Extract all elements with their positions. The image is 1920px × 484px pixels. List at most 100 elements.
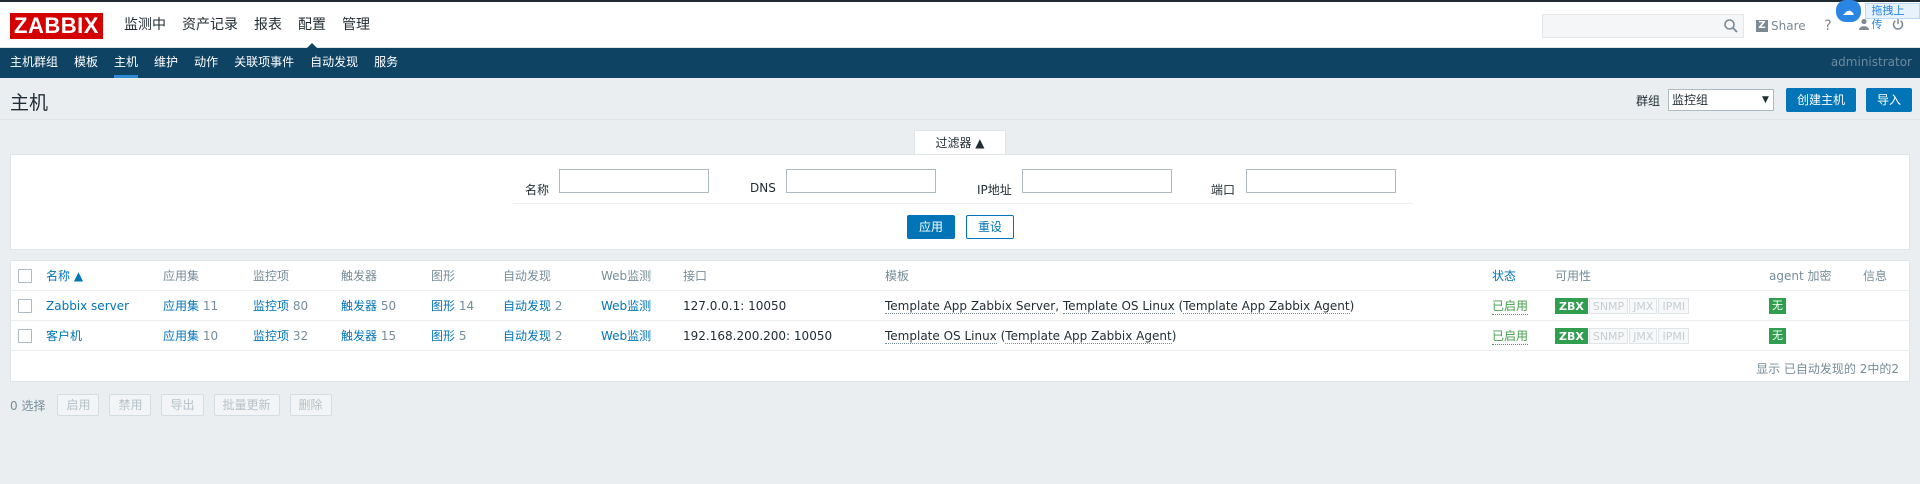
export-button[interactable]: 导出 bbox=[161, 394, 204, 416]
filter-port-input[interactable] bbox=[1246, 169, 1396, 193]
menu-monitoring[interactable]: 监测中 bbox=[116, 2, 174, 48]
filter-reset-button[interactable]: 重设 bbox=[966, 215, 1015, 239]
items-link[interactable]: 监控项 bbox=[253, 329, 289, 343]
sub-menu-bar: 主机群组 模板 主机 维护 动作 关联项事件 自动发现 服务 administr… bbox=[0, 48, 1920, 78]
discovery-link[interactable]: 自动发现 bbox=[503, 329, 551, 343]
cloud-upload-icon: ☁ bbox=[1836, 0, 1861, 22]
status-toggle[interactable]: 已启用 bbox=[1492, 298, 1529, 315]
encryption-badge: 无 bbox=[1769, 328, 1786, 344]
upload-badge[interactable]: ☁ 拖拽上传 bbox=[1836, 0, 1920, 31]
ipmi-tag: IPMI bbox=[1658, 328, 1690, 344]
filter-apply-button[interactable]: 应用 bbox=[907, 215, 956, 239]
jmx-tag: JMX bbox=[1629, 328, 1658, 344]
discovery-link[interactable]: 自动发现 bbox=[503, 299, 551, 313]
filter-ip-input[interactable] bbox=[1022, 169, 1172, 193]
table-row: Zabbix server 应用集 11 监控项 80 触发器 50 图形 14… bbox=[11, 291, 1909, 321]
filter-ip-label: IP地址 bbox=[977, 183, 1012, 197]
current-user: administrator bbox=[1830, 55, 1912, 69]
col-triggers: 触发器 bbox=[341, 269, 378, 283]
submenu-actions[interactable]: 动作 bbox=[186, 48, 226, 78]
col-status-sort[interactable]: 状态 bbox=[1492, 261, 1516, 291]
mass-update-button[interactable]: 批量更新 bbox=[213, 394, 280, 416]
graphs-link[interactable]: 图形 bbox=[431, 329, 455, 343]
items-count: 32 bbox=[292, 329, 309, 343]
menu-reports[interactable]: 报表 bbox=[246, 2, 290, 48]
submenu-maintenance[interactable]: 维护 bbox=[146, 48, 186, 78]
group-select[interactable]: 监控组 ▼ bbox=[1667, 89, 1774, 111]
apps-count: 10 bbox=[202, 329, 219, 343]
jmx-tag: JMX bbox=[1629, 298, 1658, 314]
host-name-link[interactable]: 客户机 bbox=[46, 321, 82, 351]
submenu-templates[interactable]: 模板 bbox=[66, 48, 106, 78]
interface-value: 192.168.200.200: 10050 bbox=[683, 329, 833, 343]
page-controls: 群组 监控组 ▼ 创建主机 导入 bbox=[1636, 88, 1912, 112]
apps-link[interactable]: 应用集 bbox=[163, 329, 199, 343]
filter-panel: 名称 DNS IP地址 端口 应用 重设 bbox=[10, 154, 1910, 250]
header-divider bbox=[0, 119, 1920, 120]
filter-tab[interactable]: 过滤器 ▲ bbox=[914, 130, 1006, 154]
triggers-link[interactable]: 触发器 bbox=[341, 299, 377, 313]
graphs-link[interactable]: 图形 bbox=[431, 299, 455, 313]
search-icon[interactable] bbox=[1723, 18, 1739, 34]
template-paren-open: ( bbox=[1174, 299, 1184, 313]
search-input[interactable] bbox=[1542, 14, 1744, 38]
apps-count: 11 bbox=[202, 299, 219, 313]
submenu-services[interactable]: 服务 bbox=[366, 48, 406, 78]
table-row: 客户机 应用集 10 监控项 32 触发器 15 图形 5 自动发现 2 Web… bbox=[11, 321, 1909, 351]
web-link[interactable]: Web监测 bbox=[601, 291, 651, 321]
menu-configuration[interactable]: 配置 bbox=[290, 2, 334, 49]
triggers-count: 15 bbox=[380, 329, 397, 343]
upload-badge-label: 拖拽上传 bbox=[1864, 3, 1920, 31]
zabbix-logo[interactable]: ZABBIX bbox=[10, 13, 103, 39]
delete-button[interactable]: 删除 bbox=[289, 394, 332, 416]
items-count: 80 bbox=[292, 299, 309, 313]
select-all-checkbox[interactable] bbox=[18, 269, 32, 283]
row-checkbox[interactable] bbox=[18, 299, 32, 313]
triggers-count: 50 bbox=[380, 299, 397, 313]
encryption-badge: 无 bbox=[1769, 298, 1786, 314]
disable-button[interactable]: 禁用 bbox=[109, 394, 152, 416]
template-link[interactable]: Template App Zabbix Server bbox=[885, 299, 1056, 314]
col-templates: 模板 bbox=[885, 269, 910, 283]
help-icon[interactable]: ? bbox=[1818, 16, 1838, 36]
col-info: 信息 bbox=[1863, 269, 1888, 283]
menu-administration[interactable]: 管理 bbox=[334, 2, 378, 48]
status-toggle[interactable]: 已启用 bbox=[1492, 328, 1529, 345]
col-name-sort[interactable]: 名称 ▲ bbox=[46, 261, 83, 291]
dropdown-arrow-icon: ▼ bbox=[1762, 95, 1769, 105]
menu-inventory[interactable]: 资产记录 bbox=[174, 2, 246, 48]
template-link[interactable]: Template OS Linux bbox=[885, 329, 997, 344]
web-link[interactable]: Web监测 bbox=[601, 321, 651, 351]
submenu-hosts[interactable]: 主机 bbox=[106, 48, 146, 78]
apps-link[interactable]: 应用集 bbox=[163, 299, 199, 313]
import-button[interactable]: 导入 bbox=[1865, 88, 1912, 112]
enable-button[interactable]: 启用 bbox=[57, 394, 100, 416]
templates-cell: Template App Zabbix Server, Template OS … bbox=[885, 291, 1354, 321]
submenu-host-groups[interactable]: 主机群组 bbox=[2, 48, 66, 78]
submenu-correlation[interactable]: 关联项事件 bbox=[226, 48, 302, 78]
group-label: 群组 bbox=[1635, 93, 1660, 108]
template-link[interactable]: Template OS Linux bbox=[1062, 299, 1175, 314]
page-title: 主机 bbox=[10, 92, 49, 114]
triggers-link[interactable]: 触发器 bbox=[341, 329, 377, 343]
template-paren-open: ( bbox=[996, 329, 1006, 343]
filter-dns-input[interactable] bbox=[786, 169, 936, 193]
create-host-button[interactable]: 创建主机 bbox=[1785, 88, 1856, 112]
group-select-value: 监控组 bbox=[1671, 93, 1708, 107]
col-interface: 接口 bbox=[683, 269, 708, 283]
availability-tags: ZBX SNMP JMX IPMI bbox=[1555, 328, 1690, 344]
selected-count: 0 选择 bbox=[10, 398, 46, 413]
filter-name-input[interactable] bbox=[559, 169, 709, 193]
hosts-table: 名称 ▲ 应用集 监控项 触发器 图形 自动发现 Web监测 接口 模板 状态 … bbox=[10, 260, 1910, 382]
template-link[interactable]: Template App Zabbix Agent bbox=[1183, 299, 1350, 314]
col-discovery: 自动发现 bbox=[503, 269, 552, 283]
snmp-tag: SNMP bbox=[1588, 298, 1629, 314]
template-link[interactable]: Template App Zabbix Agent bbox=[1005, 329, 1172, 344]
host-name-link[interactable]: Zabbix server bbox=[46, 291, 129, 321]
col-availability: 可用性 bbox=[1555, 269, 1592, 283]
row-checkbox[interactable] bbox=[18, 329, 32, 343]
submenu-discovery[interactable]: 自动发现 bbox=[302, 48, 366, 78]
share-link[interactable]: Z Share bbox=[1756, 16, 1806, 36]
share-logo-icon: Z bbox=[1756, 20, 1768, 32]
items-link[interactable]: 监控项 bbox=[253, 299, 289, 313]
